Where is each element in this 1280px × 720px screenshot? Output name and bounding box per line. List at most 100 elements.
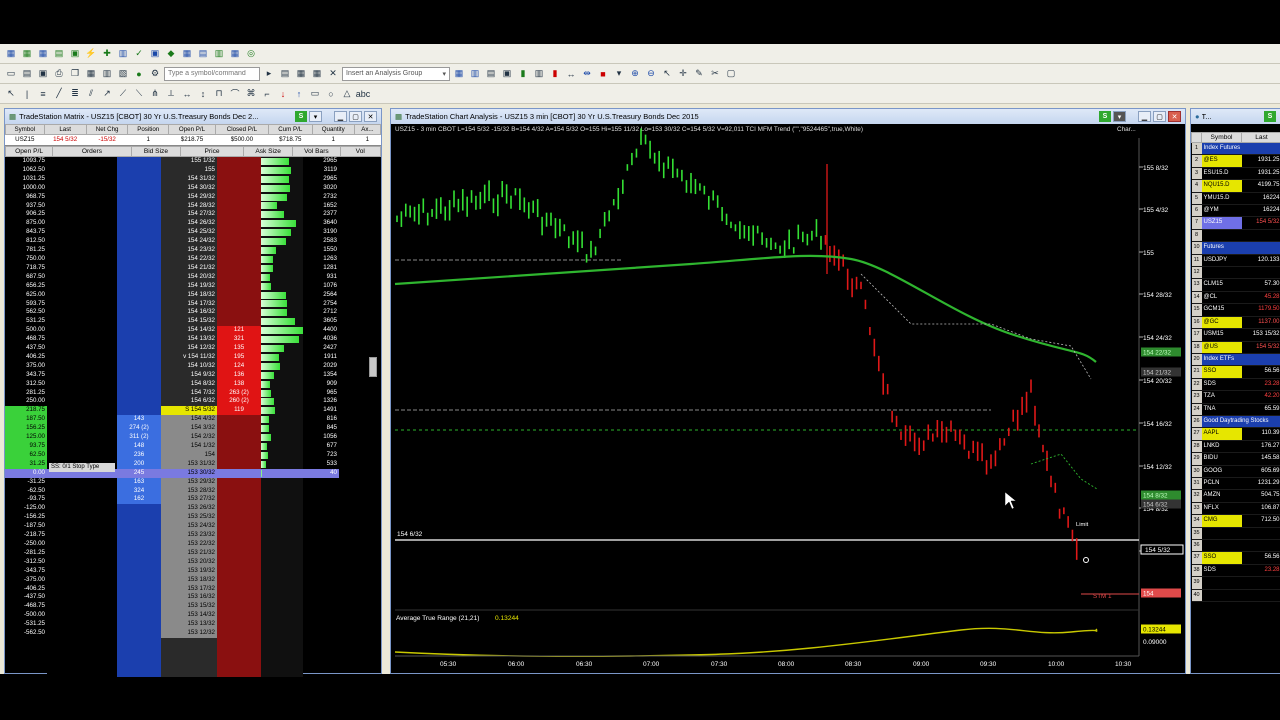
- ladder-ask[interactable]: 195: [217, 352, 261, 362]
- ladder-ask[interactable]: [217, 415, 261, 424]
- ladder-orders[interactable]: [47, 291, 117, 300]
- move-icon[interactable]: ↔: [564, 67, 578, 81]
- ladder-ask[interactable]: [217, 246, 261, 255]
- ladder-ask[interactable]: [217, 460, 261, 469]
- ladder-bid[interactable]: [117, 175, 161, 184]
- ladder-row[interactable]: -281.25 153 21/32: [5, 548, 339, 558]
- ellipse-icon[interactable]: ○: [324, 87, 338, 101]
- radar-symbol[interactable]: @YM: [1201, 204, 1242, 218]
- account-icon[interactable]: ▦: [180, 47, 194, 61]
- radar-row[interactable]: 7 USZ15 154 5/32: [1191, 216, 1280, 230]
- ladder-bid[interactable]: [117, 202, 161, 211]
- radar-symbol[interactable]: BIDU: [1201, 452, 1242, 466]
- window-icon[interactable]: ▦: [84, 67, 98, 81]
- ladder-ask[interactable]: [217, 175, 261, 184]
- ladder-scrollbar[interactable]: [369, 357, 377, 377]
- radar-row[interactable]: 6 @YM 16224: [1191, 204, 1280, 218]
- summary-header[interactable]: Closed P/L: [214, 124, 269, 135]
- ladder-orders[interactable]: [47, 629, 117, 638]
- ladder-ask[interactable]: [217, 424, 261, 433]
- ladder-orders[interactable]: [47, 593, 117, 602]
- ladder-row[interactable]: -156.25 153 25/32: [5, 513, 339, 523]
- radar-symbol[interactable]: SSO: [1201, 365, 1242, 379]
- ladder-ask[interactable]: [217, 219, 261, 228]
- data-icon[interactable]: ▤: [484, 67, 498, 81]
- ladder-row[interactable]: 375.00 154 10/32 124 2029: [5, 361, 339, 371]
- radar-symbol[interactable]: Good Daytrading Stocks: [1201, 415, 1280, 429]
- radar-hdr-symbol[interactable]: Symbol: [1201, 132, 1242, 143]
- radar-row[interactable]: 39: [1191, 576, 1280, 590]
- analysis-group-select[interactable]: Insert an Analysis Group ▾: [342, 66, 450, 81]
- ladder-row[interactable]: -250.00 153 22/32: [5, 539, 339, 549]
- radar-row[interactable]: 1 Index Futures: [1191, 142, 1280, 156]
- summary-header[interactable]: Net Chg: [85, 124, 129, 135]
- ladder-bid[interactable]: [117, 567, 161, 576]
- ladder-row[interactable]: -343.75 153 19/32: [5, 566, 339, 576]
- portfolio-icon[interactable]: ▥: [116, 47, 130, 61]
- link-icon[interactable]: ●: [132, 67, 146, 81]
- ladder-ask[interactable]: [217, 513, 261, 522]
- ladder-orders[interactable]: [47, 495, 117, 504]
- ladder-row[interactable]: -406.25 153 17/32: [5, 584, 339, 594]
- radar-symbol[interactable]: SSO: [1201, 551, 1242, 565]
- fibonacci-icon[interactable]: ≣: [68, 87, 82, 101]
- save-icon[interactable]: ▣: [36, 67, 50, 81]
- ladder-ask[interactable]: 135: [217, 344, 261, 353]
- summary-header[interactable]: Symbol: [5, 124, 45, 135]
- ladder-orders[interactable]: [47, 442, 117, 451]
- ladder-orders[interactable]: [47, 558, 117, 567]
- ladder-row[interactable]: 437.50 154 12/32 135 2427: [5, 344, 339, 353]
- radar-symbol[interactable]: GCM15: [1201, 303, 1242, 317]
- ladder-row[interactable]: -375.00 153 18/32: [5, 575, 339, 585]
- ladder-row[interactable]: -31.25 163 153 29/32: [5, 477, 339, 487]
- ladder-orders[interactable]: [47, 362, 117, 371]
- radar-link-button[interactable]: S: [1264, 111, 1276, 122]
- ladder-ask[interactable]: 263 (2): [217, 388, 261, 398]
- ladder-bid[interactable]: 274 (2): [117, 424, 161, 434]
- summary-header[interactable]: Open P/L: [168, 124, 216, 135]
- ladder-ask[interactable]: 121: [217, 326, 261, 336]
- ladder-ask[interactable]: [217, 451, 261, 460]
- orders-icon[interactable]: ▤: [196, 47, 210, 61]
- indicator-icon[interactable]: ▮: [516, 67, 530, 81]
- options-icon[interactable]: ▣: [148, 47, 162, 61]
- radar-row[interactable]: 5 YMU15.D 16224: [1191, 192, 1280, 206]
- bar-type-icon[interactable]: ▥: [468, 67, 482, 81]
- radar-symbol[interactable]: SDS: [1201, 564, 1242, 578]
- ladder-row[interactable]: 1093.75 155 1/32 2965: [5, 157, 339, 166]
- ladder-orders[interactable]: [47, 540, 117, 549]
- time-zone-icon[interactable]: ↕: [196, 87, 210, 101]
- cursor-icon[interactable]: ↖: [4, 87, 18, 101]
- vertical-line-icon[interactable]: |: [20, 87, 34, 101]
- ladder-orders[interactable]: [47, 344, 117, 353]
- order-bar-icon[interactable]: ✓: [132, 47, 146, 61]
- ladder-row[interactable]: 343.75 154 9/32 136 1354: [5, 370, 339, 380]
- ladder-orders[interactable]: [47, 602, 117, 611]
- ladder-ask[interactable]: [217, 522, 261, 531]
- ladder-row[interactable]: 843.75 154 25/32 3190: [5, 228, 339, 238]
- ladder-bid[interactable]: [117, 273, 161, 282]
- ladder-bid[interactable]: [117, 246, 161, 255]
- ladder-ask[interactable]: [217, 629, 261, 638]
- ladder-orders[interactable]: [47, 157, 117, 166]
- table-icon[interactable]: ▦: [294, 67, 308, 81]
- ladder-bid[interactable]: 311 (2): [117, 433, 161, 442]
- ladder-header-cell[interactable]: Price: [180, 146, 244, 157]
- ladder-ask[interactable]: [217, 317, 261, 326]
- radar-hdr-last[interactable]: Last: [1241, 132, 1280, 143]
- close-button[interactable]: ✕: [364, 111, 377, 122]
- ladder-orders[interactable]: [47, 415, 117, 424]
- ladder-orders[interactable]: [47, 504, 117, 513]
- ladder-ask[interactable]: [217, 611, 261, 620]
- ladder-row[interactable]: 937.50 154 28/32 1652: [5, 201, 339, 211]
- channel-icon[interactable]: ⫽: [84, 87, 98, 101]
- radar-symbol[interactable]: AMZN: [1201, 489, 1242, 503]
- radar-row[interactable]: 11 USDJPY 120.133: [1191, 254, 1280, 268]
- ladder-orders[interactable]: [47, 326, 117, 335]
- ladder-bid[interactable]: [117, 513, 161, 522]
- ladder-row[interactable]: 187.50 143 154 4/32 816: [5, 415, 339, 425]
- chart-titlebar[interactable]: ▦ TradeStation Chart Analysis - USZ15 3 …: [391, 109, 1185, 124]
- ladder-bid[interactable]: [117, 371, 161, 380]
- matrix-icon[interactable]: ▦: [20, 47, 34, 61]
- radar-row[interactable]: 14 @CL 45.28: [1191, 291, 1280, 305]
